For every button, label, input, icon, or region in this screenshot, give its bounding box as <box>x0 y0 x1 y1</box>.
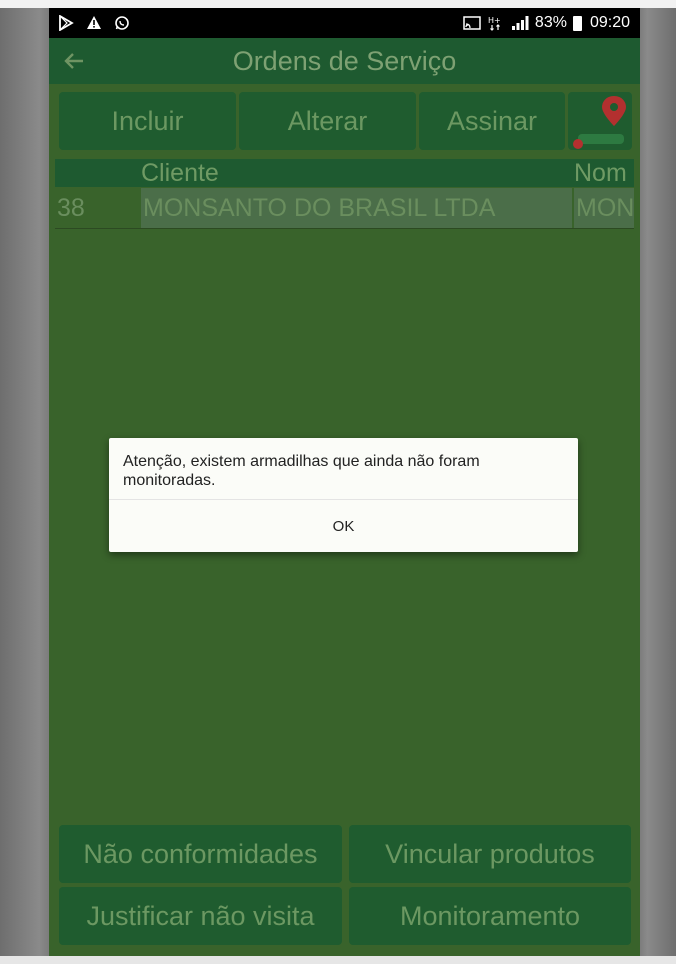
status-bar: H+ 83% 09:20 <box>49 8 640 38</box>
phone-screen: H+ 83% 09:20 Ordens de Serviço Incluir A… <box>49 8 640 956</box>
play-store-icon <box>57 14 75 32</box>
justificar-nao-visita-button[interactable]: Justificar não visita <box>59 887 342 945</box>
signal-icon <box>511 14 529 32</box>
screen-top-edge <box>0 0 676 8</box>
row-id: 38 <box>57 194 85 222</box>
table-row[interactable]: 38 MONSANTO DO BRASIL LTDA MON <box>55 188 634 229</box>
dialog-ok-button[interactable]: OK <box>109 500 578 552</box>
map-button[interactable] <box>568 92 632 150</box>
assinar-button[interactable]: Assinar <box>419 92 565 150</box>
alterar-button[interactable]: Alterar <box>239 92 416 150</box>
svg-text:H+: H+ <box>488 16 501 25</box>
clock: 09:20 <box>589 14 630 31</box>
whatsapp-icon <box>113 14 131 32</box>
nao-conformidades-button[interactable]: Não conformidades <box>59 825 342 883</box>
row-nome: MON <box>574 188 634 228</box>
battery-percent: 83% <box>534 14 567 31</box>
page-title: Ordens de Serviço <box>232 46 457 76</box>
cast-icon <box>463 14 481 32</box>
column-header-cliente: Cliente <box>141 159 219 187</box>
dialog-message: Atenção, existem armadilhas que ainda nã… <box>123 453 480 489</box>
warning-icon <box>85 14 103 32</box>
app-bar: Ordens de Serviço <box>49 38 640 84</box>
screen-bottom-edge <box>0 956 676 964</box>
map-pin-icon <box>573 96 626 149</box>
row-cliente: MONSANTO DO BRASIL LTDA <box>141 188 572 228</box>
alert-dialog: Atenção, existem armadilhas que ainda nã… <box>109 438 578 552</box>
table-header: Cliente Nom <box>55 159 634 187</box>
monitoramento-button[interactable]: Monitoramento <box>349 887 631 945</box>
battery-icon <box>572 15 582 31</box>
column-header-nome: Nom <box>574 159 627 187</box>
incluir-button[interactable]: Incluir <box>59 92 236 150</box>
vincular-produtos-button[interactable]: Vincular produtos <box>349 825 631 883</box>
network-icon: H+ <box>487 14 505 32</box>
left-margin <box>0 8 49 964</box>
right-margin <box>640 8 676 964</box>
